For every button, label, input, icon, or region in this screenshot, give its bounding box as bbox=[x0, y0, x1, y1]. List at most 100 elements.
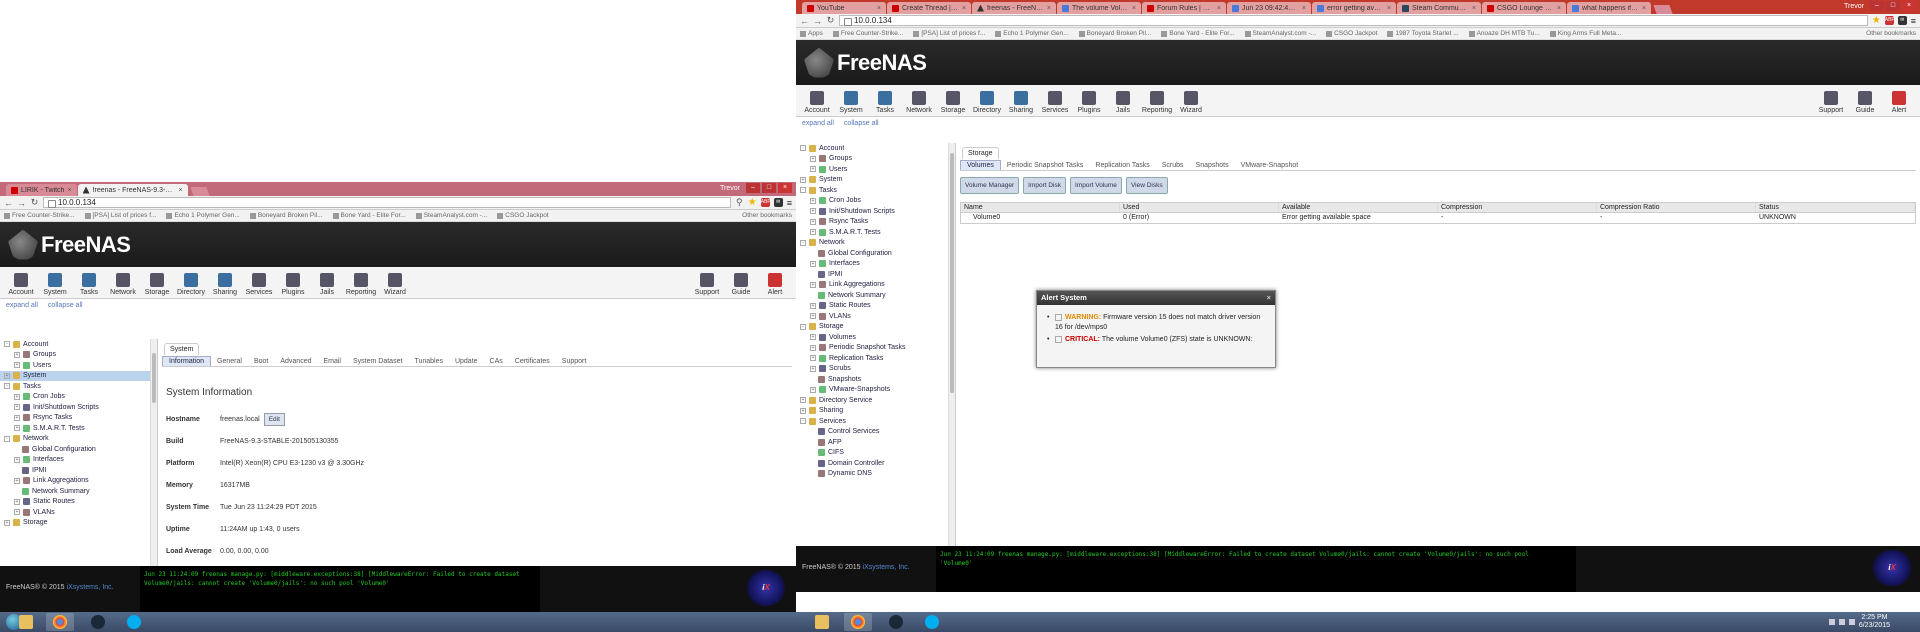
expand-icon[interactable]: - bbox=[800, 239, 806, 246]
expand-icon[interactable]: + bbox=[800, 176, 806, 183]
tree-item[interactable]: + Link Aggregations bbox=[0, 476, 157, 487]
expand-icon[interactable]: + bbox=[810, 302, 816, 309]
profile-name[interactable]: Trevor bbox=[1840, 3, 1868, 10]
expand-icon[interactable]: + bbox=[14, 414, 20, 421]
bookmark-item[interactable]: Free Counter-Strike... bbox=[833, 30, 904, 37]
tree-item[interactable]: + Storage bbox=[0, 518, 157, 529]
bookmark-item[interactable]: Bone Yard - Elite For... bbox=[1161, 30, 1234, 37]
collapse-all-link[interactable]: collapse all bbox=[48, 302, 83, 309]
tree-item[interactable]: - Network bbox=[0, 434, 157, 445]
toolbar-network[interactable]: Network bbox=[902, 91, 936, 114]
tab-8[interactable]: CSGO Lounge - My T...× bbox=[1482, 2, 1566, 14]
other-bookmarks[interactable]: Other bookmarks bbox=[742, 212, 792, 219]
tree-item[interactable]: + Cron Jobs bbox=[796, 196, 955, 207]
toolbar-support[interactable]: Support bbox=[1814, 91, 1848, 114]
subtab-advanced[interactable]: Advanced bbox=[274, 357, 317, 366]
star-icon[interactable]: ★ bbox=[748, 197, 757, 208]
close-icon[interactable]: × bbox=[1472, 5, 1476, 12]
column-header[interactable]: Compression bbox=[1438, 203, 1597, 212]
expand-icon[interactable]: - bbox=[800, 187, 806, 194]
toolbar-directory[interactable]: Directory bbox=[174, 273, 208, 296]
expand-icon[interactable]: + bbox=[810, 313, 816, 320]
star-icon[interactable]: ★ bbox=[1872, 15, 1881, 26]
search-icon[interactable]: ⚲ bbox=[735, 197, 744, 208]
toolbar-system[interactable]: System bbox=[834, 91, 868, 114]
tree-item[interactable]: + Users bbox=[796, 164, 955, 175]
toolbar-jails[interactable]: Jails bbox=[1106, 91, 1140, 114]
url-input[interactable]: 10.0.0.134 bbox=[839, 15, 1868, 26]
other-bookmarks[interactable]: Other bookmarks bbox=[1866, 30, 1916, 37]
bookmark-item[interactable]: King Arms Full Meta... bbox=[1550, 30, 1622, 37]
expand-icon[interactable]: + bbox=[14, 362, 20, 369]
column-header[interactable]: Name bbox=[961, 203, 1120, 212]
tree-item[interactable]: CIFS bbox=[796, 448, 955, 459]
tree-item[interactable]: Global Configuration bbox=[796, 248, 955, 259]
tray-icon[interactable] bbox=[1828, 619, 1835, 625]
subtab-certificates[interactable]: Certificates bbox=[509, 357, 556, 366]
tree-item[interactable]: Domain Controller bbox=[796, 458, 955, 469]
new-tab-button[interactable] bbox=[189, 187, 210, 196]
taskbar-skype-2[interactable] bbox=[918, 613, 946, 631]
bookmark-item[interactable]: SteamAnalyst.com -... bbox=[1245, 30, 1317, 37]
tab-0[interactable]: YouTube × bbox=[802, 2, 886, 14]
tab-6[interactable]: error getting availab...× bbox=[1312, 2, 1396, 14]
toolbar-account[interactable]: Account bbox=[800, 91, 834, 114]
tree-item[interactable]: + Directory Service bbox=[796, 395, 955, 406]
expand-icon[interactable]: + bbox=[14, 477, 20, 484]
tree-item[interactable]: + Rsync Tasks bbox=[796, 217, 955, 228]
subtab-vmware-snapshot[interactable]: VMware-Snapshot bbox=[1235, 161, 1305, 170]
bookmark-item[interactable]: [PSA] List of prices f... bbox=[913, 30, 985, 37]
extension-icon[interactable]: ✉ bbox=[1897, 16, 1907, 25]
column-header[interactable]: Status bbox=[1756, 203, 1915, 212]
tree-item[interactable]: + Link Aggregations bbox=[796, 280, 955, 291]
tree-item[interactable]: - Network bbox=[796, 238, 955, 249]
taskbar-explorer[interactable] bbox=[12, 613, 40, 631]
tree-item[interactable]: + Groups bbox=[0, 350, 157, 361]
toolbar-wizard[interactable]: Wizard bbox=[378, 273, 412, 296]
close-icon[interactable]: × bbox=[1132, 5, 1136, 12]
subtab-scrubs[interactable]: Scrubs bbox=[1156, 161, 1190, 170]
tree-item[interactable]: + S.M.A.R.T. Tests bbox=[0, 423, 157, 434]
bookmark-item[interactable]: Anoaze DH MTB Tu... bbox=[1469, 30, 1540, 37]
close-icon[interactable]: × bbox=[1217, 5, 1221, 12]
expand-icon[interactable]: + bbox=[14, 509, 20, 516]
expand-icon[interactable]: - bbox=[800, 145, 806, 152]
tree-item[interactable]: - Account bbox=[796, 143, 955, 154]
taskbar-skype[interactable] bbox=[120, 613, 148, 631]
tab-9[interactable]: what happens if you...× bbox=[1567, 2, 1651, 14]
subtab-tunables[interactable]: Tunables bbox=[408, 357, 449, 366]
expand-icon[interactable]: + bbox=[810, 260, 816, 267]
checkbox-icon[interactable] bbox=[1055, 313, 1062, 321]
close-icon[interactable]: × bbox=[67, 187, 71, 194]
tab-5[interactable]: Jun 23 09:42:46 free...× bbox=[1227, 2, 1311, 14]
expand-icon[interactable]: + bbox=[810, 281, 816, 288]
bookmark-item[interactable]: Apps bbox=[800, 30, 823, 37]
reload-icon[interactable]: ↻ bbox=[826, 15, 835, 26]
tree-item[interactable]: - Storage bbox=[796, 322, 955, 333]
expand-icon[interactable]: + bbox=[14, 456, 20, 463]
tree-item[interactable]: + Init/Shutdown Scripts bbox=[0, 402, 157, 413]
tree-item[interactable]: + Users bbox=[0, 360, 157, 371]
toolbar-services[interactable]: Services bbox=[242, 273, 276, 296]
expand-icon[interactable]: + bbox=[810, 365, 816, 372]
expand-icon[interactable]: + bbox=[810, 208, 816, 215]
expand-icon[interactable]: + bbox=[14, 404, 20, 411]
expand-icon[interactable]: + bbox=[14, 351, 20, 358]
tree-item[interactable]: IPMI bbox=[796, 269, 955, 280]
import-volume-button[interactable]: Import Volume bbox=[1070, 177, 1122, 194]
expand-icon[interactable]: - bbox=[4, 341, 10, 348]
expand-icon[interactable]: + bbox=[810, 334, 816, 341]
menu-icon[interactable]: ≡ bbox=[1911, 16, 1916, 26]
close-icon[interactable]: × bbox=[1047, 5, 1051, 12]
subtab-snapshots[interactable]: Snapshots bbox=[1190, 161, 1235, 170]
expand-all-link[interactable]: expand all bbox=[6, 302, 38, 309]
expand-icon[interactable]: + bbox=[800, 407, 806, 414]
bookmark-item[interactable]: SteamAnalyst.com -... bbox=[416, 212, 488, 219]
page-tab-storage[interactable]: Storage bbox=[962, 147, 999, 159]
tree-item[interactable]: + Static Routes bbox=[796, 301, 955, 312]
tree-item[interactable]: IPMI bbox=[0, 465, 157, 476]
subtab-system-dataset[interactable]: System Dataset bbox=[347, 357, 408, 366]
tree-item[interactable]: + System bbox=[796, 175, 955, 186]
scroll-thumb[interactable] bbox=[950, 153, 954, 393]
taskbar-steam[interactable] bbox=[84, 613, 112, 631]
